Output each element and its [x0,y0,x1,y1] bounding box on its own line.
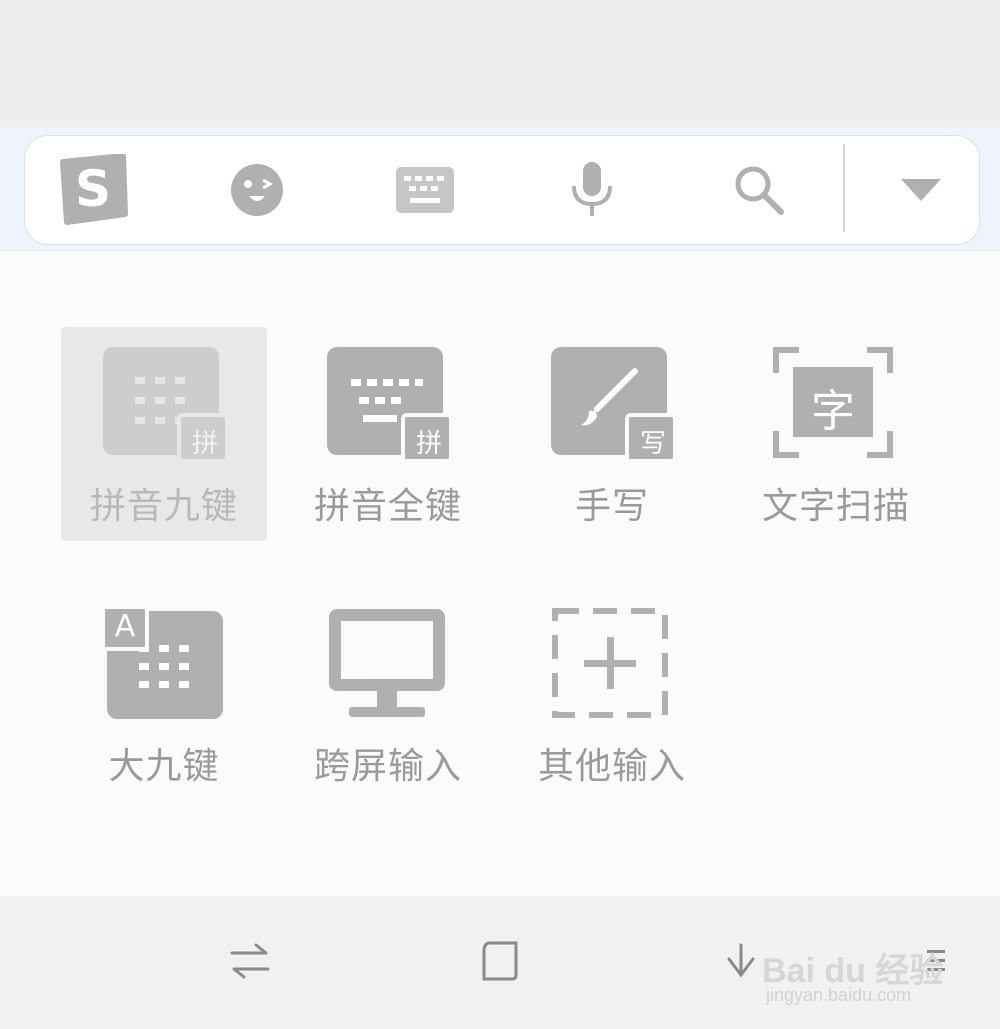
cross-screen-icon [327,607,451,723]
watermark-url: jingyan.baidu.com [766,985,912,1005]
input-mode-grid: 拼 拼音九键 拼 拼音全键 写 手写 字 文字扫描 A 大九键 跨屏输入 其他输… [0,250,1000,896]
status-area [0,0,1000,127]
collapse-arrow-icon[interactable] [871,136,971,244]
keyboard-icon[interactable] [375,136,475,244]
ime-toolbar-strip: S [0,127,1000,251]
handwriting-icon: 写 [551,347,677,463]
other-input-icon [551,607,675,723]
pinyin-full-key-icon: 拼 [327,347,453,463]
pinyin-nine-key-icon: 拼 [103,347,229,463]
mode-label: 文字扫描 [761,486,910,527]
switch-icon[interactable] [210,926,290,996]
ime-toolbar: S [24,135,980,245]
handwriting-badge: 写 [639,429,666,459]
mode-cross-screen[interactable]: 跨屏输入 [285,587,491,801]
pinyin-badge: 拼 [191,429,218,459]
mode-text-scan[interactable]: 字 文字扫描 [733,327,939,541]
text-scan-icon: 字 [773,347,897,463]
home-icon[interactable] [460,926,540,996]
mode-label: 拼音全键 [313,486,462,527]
mode-other-input[interactable]: 其他输入 [509,587,715,801]
letter-badge: A [114,609,136,644]
mode-big-nine-key[interactable]: A 大九键 [61,587,267,801]
microphone-icon[interactable] [542,136,642,244]
mode-pinyin-full-key[interactable]: 拼 拼音全键 [285,327,491,541]
mode-label: 大九键 [108,746,220,787]
search-icon[interactable] [709,136,809,244]
mode-label: 跨屏输入 [313,746,462,787]
pinyin-badge: 拼 [415,429,442,459]
emoji-icon[interactable] [207,136,307,244]
mode-label: 拼音九键 [89,486,238,527]
mode-label: 其他输入 [537,746,686,787]
svg-text:S: S [75,160,111,218]
big-nine-key-icon: A [101,605,227,723]
sogou-logo-icon[interactable]: S [41,136,141,244]
mode-handwriting[interactable]: 写 手写 [509,327,715,541]
mode-label: 手写 [574,486,649,527]
baidu-jingyan-watermark: Bai du 经验 jingyan.baidu.com [762,925,992,1005]
mode-pinyin-nine-key[interactable]: 拼 拼音九键 [61,327,267,541]
scan-char: 字 [811,386,855,437]
toolbar-divider [843,144,845,232]
